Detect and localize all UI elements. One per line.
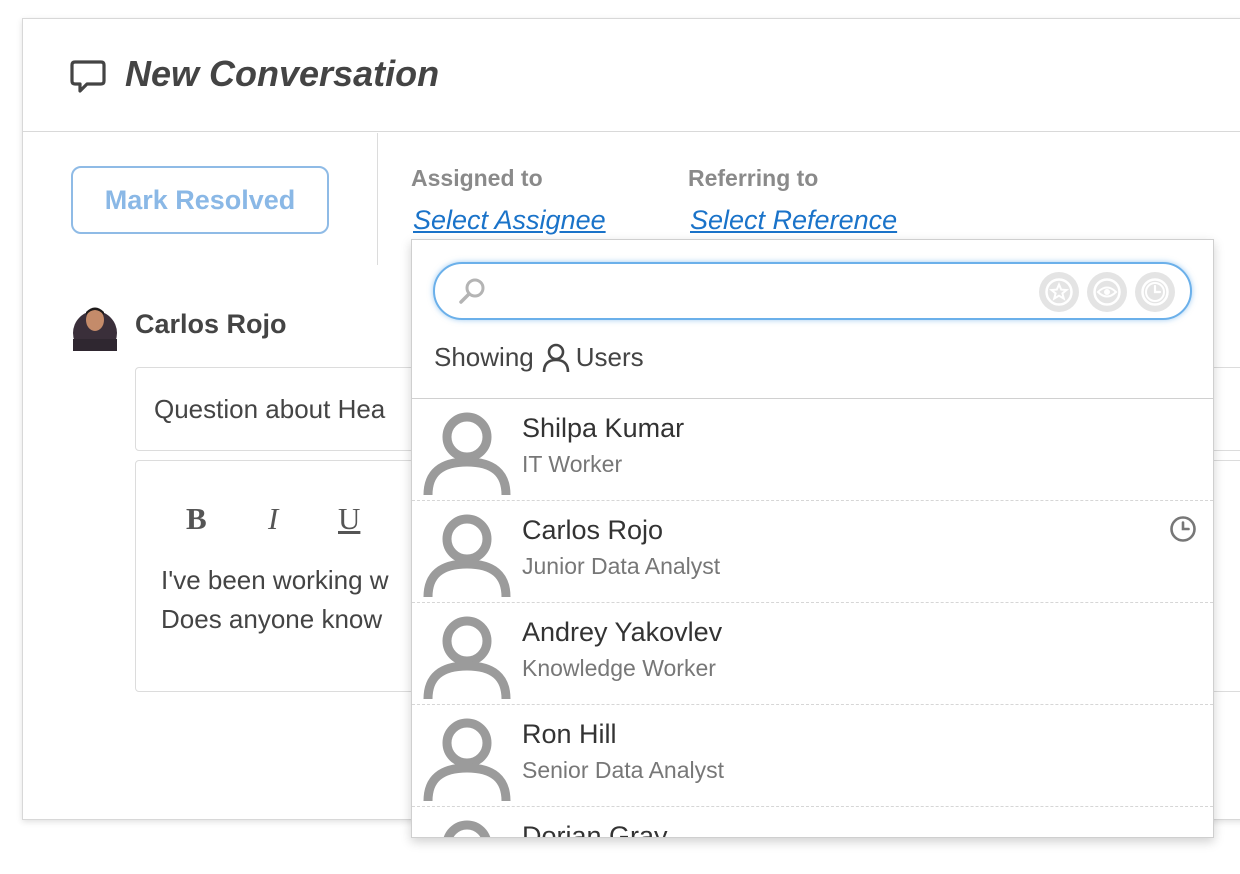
underline-button[interactable]: U [338, 501, 360, 537]
mark-resolved-button[interactable]: Mark Resolved [71, 166, 329, 234]
italic-button[interactable]: I [268, 501, 278, 537]
recent-filter-button[interactable] [1135, 272, 1175, 312]
user-name: Andrey Yakovlev [522, 617, 723, 647]
user-role: Senior Data Analyst [522, 757, 725, 783]
result-type-indicator: Showing Users [434, 342, 644, 373]
showing-label: Showing [434, 342, 534, 372]
avatar [73, 307, 117, 351]
user-avatar-icon [423, 509, 511, 598]
assigned-to-label: Assigned to [411, 165, 543, 191]
user-list: Shilpa Kumar IT Worker Carlos Rojo Junior D… [412, 398, 1213, 838]
header: New Conversation [23, 19, 1240, 132]
user-list-item[interactable]: Carlos Rojo Junior Data Analyst [412, 501, 1213, 603]
search-box [433, 262, 1192, 320]
recent-clock-icon [1169, 515, 1197, 548]
user-name: Ron Hill [522, 719, 617, 749]
select-reference-link[interactable]: Select Reference [690, 205, 897, 236]
subject-text: Question about Hea [154, 394, 386, 424]
body-line-2: Does anyone know [161, 604, 383, 634]
user-role: Junior Data Analyst [522, 553, 721, 579]
user-avatar-icon [423, 713, 511, 802]
watching-filter-button[interactable] [1087, 272, 1127, 312]
user-avatar-icon [423, 407, 511, 496]
user-role: Knowledge Worker [522, 655, 716, 681]
select-assignee-link[interactable]: Select Assignee [413, 205, 606, 236]
user-list-item[interactable]: Andrey Yakovlev Knowledge Worker [412, 603, 1213, 705]
clock-icon [1141, 278, 1169, 306]
star-icon [1045, 278, 1073, 306]
speech-bubble-icon [70, 60, 106, 93]
user-name: Dorian Gray [522, 821, 668, 838]
bold-button[interactable]: B [186, 501, 207, 537]
body-line-1: I've been working w [161, 565, 389, 595]
page-title: New Conversation [125, 53, 440, 94]
divider [377, 133, 378, 265]
author-name: Carlos Rojo [135, 309, 287, 339]
search-icon [459, 278, 485, 304]
user-avatar-icon [423, 815, 511, 837]
user-list-item[interactable]: Shilpa Kumar IT Worker [412, 399, 1213, 501]
search-input[interactable] [499, 272, 1019, 310]
assignee-dropdown: Showing Users Shilpa Kumar IT Worker Carlo… [411, 239, 1214, 838]
user-list-item[interactable]: Dorian Gray [412, 807, 1213, 838]
user-icon [542, 343, 570, 372]
showing-type: Users [575, 342, 644, 372]
user-name: Carlos Rojo [522, 515, 664, 545]
favorites-filter-button[interactable] [1039, 272, 1079, 312]
user-name: Shilpa Kumar [522, 413, 685, 443]
referring-to-label: Referring to [688, 165, 819, 191]
user-list-item[interactable]: Ron Hill Senior Data Analyst [412, 705, 1213, 807]
user-role: IT Worker [522, 451, 623, 477]
eye-icon [1093, 278, 1121, 306]
user-avatar-icon [423, 611, 511, 700]
